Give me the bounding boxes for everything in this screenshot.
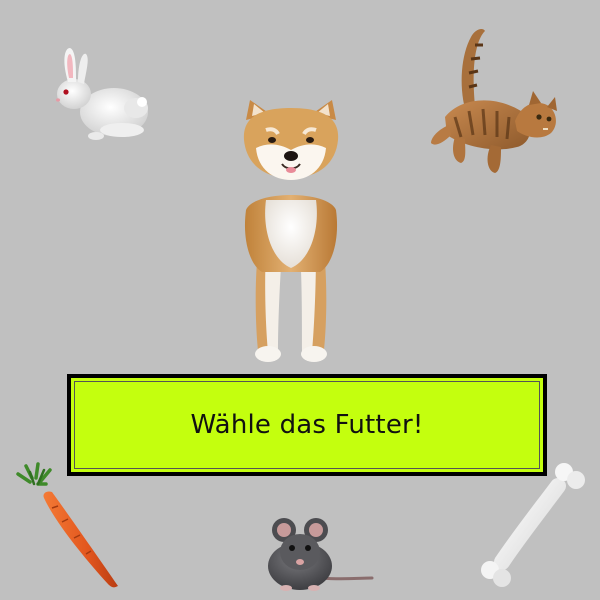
bone-icon[interactable]: [480, 462, 590, 587]
carrot-icon[interactable]: [16, 462, 126, 592]
prompt-text: Wähle das Futter!: [190, 410, 424, 440]
rabbit-icon: [52, 42, 154, 146]
prompt-box: Wähle das Futter!: [67, 374, 547, 476]
mouse-icon[interactable]: [262, 514, 380, 594]
shiba-dog-icon: [232, 100, 350, 366]
cat-icon: [425, 25, 560, 177]
